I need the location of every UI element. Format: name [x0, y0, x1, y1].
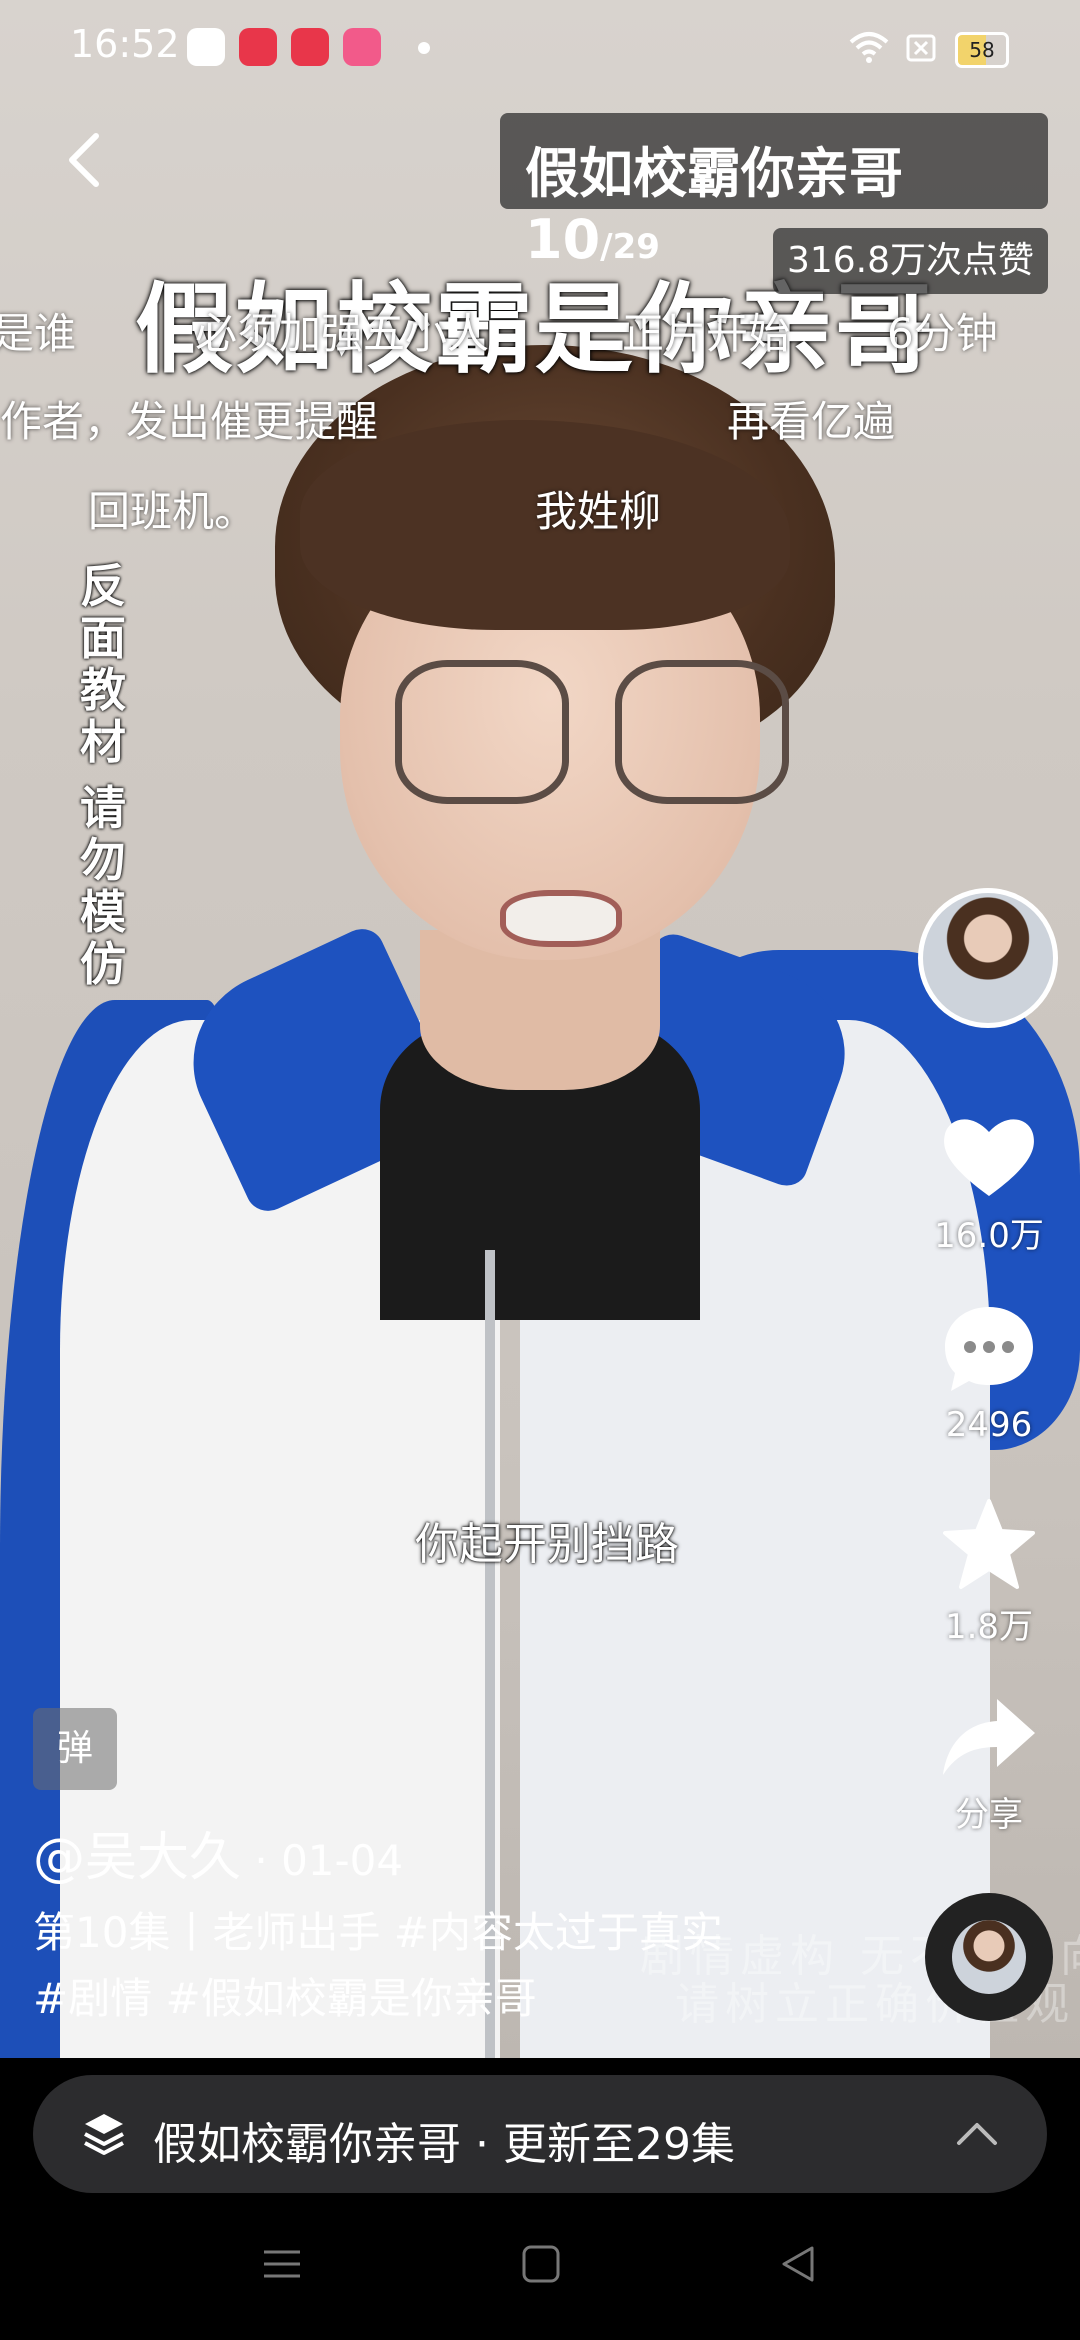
danmaku-comment: 回班机。: [88, 487, 257, 536]
like-count: 16.0万: [934, 1216, 1044, 1256]
back-icon[interactable]: [778, 2244, 818, 2284]
comment-button[interactable]: 2496: [929, 1303, 1049, 1445]
home-icon[interactable]: [521, 2244, 561, 2284]
video-app-icon-2: [291, 28, 329, 66]
favorite-button[interactable]: 1.8万: [929, 1497, 1049, 1648]
layers-icon: [84, 2114, 124, 2155]
vertical-notice: 请勿模仿: [80, 781, 126, 991]
video-subtitle: 你起开别挡路: [415, 1519, 679, 1570]
danmaku-toggle-button[interactable]: 弹: [33, 1708, 117, 1790]
status-bar: 16:52 58: [0, 0, 1080, 100]
danmaku-comment: 再看亿遍: [727, 397, 896, 446]
music-disc-button[interactable]: [925, 1893, 1053, 2021]
danmaku-comment: 6分钟: [887, 309, 998, 358]
episode-total: /29: [600, 227, 660, 267]
video-frame[interactable]: 假如校霸是你亲哥 是谁 必须加强五小人 正片开始 6分钟 作者，发出催更提醒 再…: [0, 0, 1080, 2058]
status-time: 16:52: [70, 22, 180, 66]
danmaku-comment: 必须加强五小人: [195, 309, 490, 358]
favorite-count: 1.8万: [944, 1607, 1034, 1647]
battery-indicator: 58: [955, 32, 1009, 68]
like-button[interactable]: 16.0万: [929, 1112, 1049, 1257]
glasses-lens-right: [615, 660, 789, 804]
caption-line: 第10集丨老师出手 #内容太过于真实: [33, 1908, 723, 1957]
video-app-icon: [239, 28, 277, 66]
share-label: 分享: [955, 1795, 1023, 1835]
series-bar[interactable]: 假如校霸你亲哥 · 更新至29集: [33, 2075, 1047, 2193]
chevron-up-icon[interactable]: [955, 2117, 999, 2147]
caption-line: #剧情 #假如校霸是你亲哥: [33, 1974, 537, 2023]
share-arrow-icon: [943, 1699, 1035, 1775]
author-name[interactable]: @吴大久: [33, 1828, 241, 1888]
heart-icon: [944, 1119, 1034, 1196]
menu-icon[interactable]: [262, 2244, 302, 2284]
red-envelope-app-icon: [187, 28, 225, 66]
star-icon: [943, 1499, 1035, 1589]
danmaku-comment: 我姓柳: [535, 487, 662, 536]
author-line[interactable]: @吴大久 · 01-04: [33, 1815, 403, 1890]
likes-total-pill: 316.8万次点赞: [773, 228, 1048, 294]
post-caption[interactable]: 第10集丨老师出手 #内容太过于真实 #剧情 #假如校霸是你亲哥: [33, 1900, 813, 2032]
drama-title-pill[interactable]: 假如校霸你亲哥 10/29: [500, 113, 1048, 271]
wifi-icon: [849, 32, 889, 63]
mouth: [500, 890, 622, 947]
post-date: · 01-04: [241, 1836, 404, 1885]
music-cover: [952, 1920, 1026, 1994]
comment-count: 2496: [945, 1405, 1033, 1445]
danmaku-comment: 正片开始: [622, 309, 791, 358]
author-avatar[interactable]: [918, 888, 1058, 1028]
series-label: 假如校霸你亲哥 · 更新至29集: [153, 2119, 735, 2170]
comment-icon: [945, 1307, 1033, 1391]
danmaku-comment: 是谁: [0, 309, 77, 358]
no-sim-icon: [906, 34, 936, 62]
danmaku-comment: 作者，发出催更提醒: [0, 397, 379, 446]
glasses-lens-left: [395, 660, 569, 804]
bilibili-like-app-icon: [343, 28, 381, 66]
vertical-notice: 反面教材: [80, 559, 126, 769]
system-nav-bar: [0, 2200, 1080, 2340]
back-arrow-icon[interactable]: [60, 130, 110, 190]
share-button[interactable]: 分享: [929, 1695, 1049, 1836]
notification-dot: [418, 42, 430, 54]
